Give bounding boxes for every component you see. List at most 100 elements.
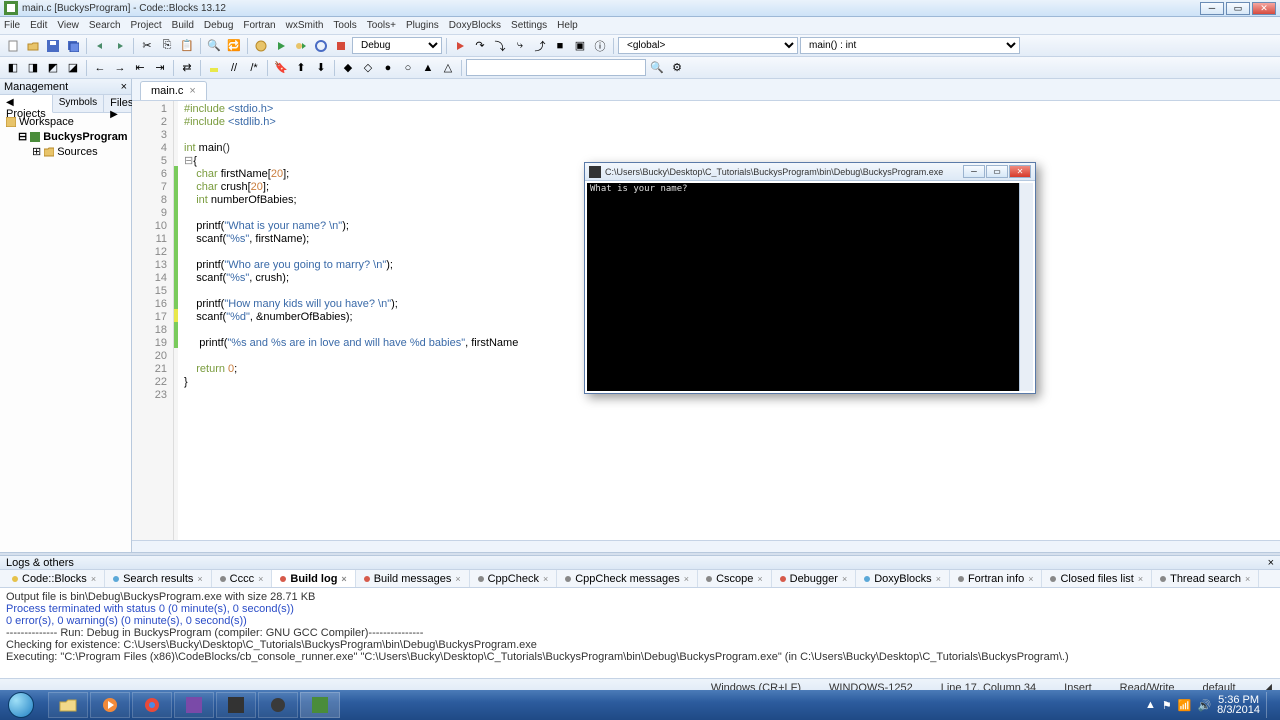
debug-info-button[interactable]: ⓘ: [591, 37, 609, 55]
show-desktop-button[interactable]: [1266, 692, 1274, 718]
build-target-select[interactable]: Debug: [352, 37, 442, 54]
comment-button[interactable]: //: [225, 59, 243, 77]
log-tab-close-icon[interactable]: ×: [91, 574, 96, 584]
open-button[interactable]: [24, 37, 42, 55]
debug-continue-button[interactable]: ↷: [471, 37, 489, 55]
tb2-btn-3[interactable]: ◩: [44, 59, 62, 77]
tree-workspace[interactable]: Workspace: [4, 115, 127, 129]
save-all-button[interactable]: [64, 37, 82, 55]
build-button[interactable]: [252, 37, 270, 55]
tray-clock[interactable]: 5:36 PM 8/3/2014: [1217, 695, 1260, 715]
log-tab-cppcheck[interactable]: CppCheck×: [470, 570, 558, 587]
search-go-button[interactable]: 🔍: [648, 59, 666, 77]
debug-window-button[interactable]: ▣: [571, 37, 589, 55]
toggle-source-header-button[interactable]: ⇄: [178, 59, 196, 77]
tb2-btn-1[interactable]: ◧: [4, 59, 22, 77]
tray-network-icon[interactable]: 📶: [1178, 699, 1192, 712]
menu-view[interactable]: View: [57, 20, 79, 31]
search-options-button[interactable]: ⚙: [668, 59, 686, 77]
run-button[interactable]: [272, 37, 290, 55]
back-button[interactable]: ←: [91, 59, 109, 77]
menu-settings[interactable]: Settings: [511, 20, 547, 31]
log-tab-close-icon[interactable]: ×: [197, 574, 202, 584]
uncomment-button[interactable]: /*: [245, 59, 263, 77]
rebuild-button[interactable]: [312, 37, 330, 55]
copy-button[interactable]: ⎘: [158, 37, 176, 55]
menu-doxyblocks[interactable]: DoxyBlocks: [449, 20, 501, 31]
nav-next-button[interactable]: ⇥: [151, 59, 169, 77]
cut-button[interactable]: ✂: [138, 37, 156, 55]
tab-symbols[interactable]: Symbols: [53, 95, 104, 112]
tb2-btn-2[interactable]: ◨: [24, 59, 42, 77]
search-input[interactable]: [466, 59, 646, 76]
log-tab-fortraninfo[interactable]: Fortran info×: [950, 570, 1043, 587]
log-tab-close-icon[interactable]: ×: [757, 574, 762, 584]
debug-start-button[interactable]: [451, 37, 469, 55]
log-tab-debugger[interactable]: Debugger×: [772, 570, 857, 587]
log-tab-buildlog[interactable]: Build log×: [272, 570, 355, 587]
menu-tools[interactable]: Tools: [333, 20, 356, 31]
log-tab-close-icon[interactable]: ×: [1138, 574, 1143, 584]
console-body[interactable]: What is your name?: [587, 183, 1033, 391]
save-button[interactable]: [44, 37, 62, 55]
console-maximize-button[interactable]: ▭: [986, 165, 1008, 178]
console-window[interactable]: C:\Users\Bucky\Desktop\C_Tutorials\Bucky…: [584, 162, 1036, 394]
task-explorer[interactable]: [48, 692, 88, 718]
log-tab-threadsearch[interactable]: Thread search×: [1152, 570, 1259, 587]
task-app2[interactable]: [216, 692, 256, 718]
step-out-button[interactable]: ⤴: [531, 37, 549, 55]
build-run-button[interactable]: [292, 37, 310, 55]
menu-edit[interactable]: Edit: [30, 20, 47, 31]
nav-last-button[interactable]: ⇤: [131, 59, 149, 77]
log-tab-codeblocks[interactable]: Code::Blocks×: [4, 570, 105, 587]
close-button[interactable]: ✕: [1252, 2, 1276, 15]
tree-expand-icon[interactable]: ⊟: [18, 130, 27, 143]
scope-select[interactable]: <global>: [618, 37, 798, 54]
task-chrome[interactable]: [132, 692, 172, 718]
log-tab-searchresults[interactable]: Search results×: [105, 570, 212, 587]
task-codeblocks[interactable]: [300, 692, 340, 718]
console-minimize-button[interactable]: ─: [963, 165, 985, 178]
tb2-btn-4[interactable]: ◪: [64, 59, 82, 77]
menu-file[interactable]: File: [4, 20, 20, 31]
log-tab-close-icon[interactable]: ×: [543, 574, 548, 584]
menu-fortran[interactable]: Fortran: [243, 20, 275, 31]
doxy-3-button[interactable]: ●: [379, 59, 397, 77]
menu-debug[interactable]: Debug: [204, 20, 233, 31]
doxy-1-button[interactable]: ◆: [339, 59, 357, 77]
log-tab-cppcheckmessages[interactable]: CppCheck messages×: [557, 570, 698, 587]
menu-search[interactable]: Search: [89, 20, 121, 31]
tray-volume-icon[interactable]: 🔊: [1197, 699, 1211, 712]
log-tab-close-icon[interactable]: ×: [842, 574, 847, 584]
doxy-6-button[interactable]: △: [439, 59, 457, 77]
log-tab-close-icon[interactable]: ×: [455, 574, 460, 584]
editor-tab-close-icon[interactable]: ×: [189, 85, 195, 97]
menu-tools[interactable]: Tools+: [367, 20, 396, 31]
console-title-bar[interactable]: C:\Users\Bucky\Desktop\C_Tutorials\Bucky…: [585, 163, 1035, 181]
redo-button[interactable]: [111, 37, 129, 55]
tab-projects[interactable]: ◀ Projects: [0, 95, 53, 113]
console-close-button[interactable]: ✕: [1009, 165, 1031, 178]
editor-tab-mainc[interactable]: main.c ×: [140, 81, 207, 100]
log-tab-close-icon[interactable]: ×: [258, 574, 263, 584]
log-tab-close-icon[interactable]: ×: [936, 574, 941, 584]
replace-button[interactable]: 🔁: [225, 37, 243, 55]
log-tab-close-icon[interactable]: ×: [684, 574, 689, 584]
tree-sources[interactable]: ⊞ Sources: [4, 144, 127, 159]
maximize-button[interactable]: ▭: [1226, 2, 1250, 15]
bookmark-prev-button[interactable]: ⬆: [292, 59, 310, 77]
step-into-button[interactable]: ⤷: [511, 37, 529, 55]
undo-button[interactable]: [91, 37, 109, 55]
function-select[interactable]: main() : int: [800, 37, 1020, 54]
log-tab-cscope[interactable]: Cscope×: [698, 570, 772, 587]
tray-show-hidden-icon[interactable]: ▲: [1145, 699, 1156, 711]
doxy-4-button[interactable]: ○: [399, 59, 417, 77]
bookmark-button[interactable]: 🔖: [272, 59, 290, 77]
menu-build[interactable]: Build: [172, 20, 194, 31]
start-button[interactable]: [0, 690, 42, 720]
tree-expand-icon[interactable]: ⊞: [32, 145, 41, 158]
highlight-button[interactable]: [205, 59, 223, 77]
logs-body[interactable]: Output file is bin\Debug\BuckysProgram.e…: [0, 588, 1280, 678]
log-tab-close-icon[interactable]: ×: [1028, 574, 1033, 584]
log-tab-closedfileslist[interactable]: Closed files list×: [1042, 570, 1152, 587]
